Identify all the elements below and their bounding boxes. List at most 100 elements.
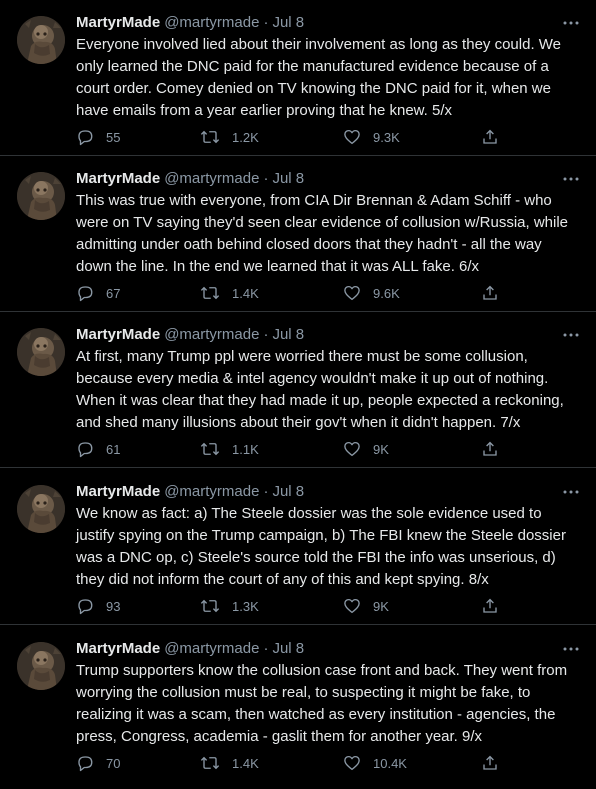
tweet-date[interactable]: Jul 8 — [272, 326, 304, 343]
retweet-button[interactable]: 1.3K — [200, 595, 259, 617]
avatar[interactable] — [17, 485, 65, 533]
share-button[interactable] — [481, 752, 499, 774]
avatar[interactable] — [17, 172, 65, 220]
avatar[interactable] — [17, 328, 65, 376]
reply-count: 67 — [106, 285, 121, 301]
tweet-text: We know as fact: a) The Steele dossier w… — [76, 505, 566, 588]
share-icon — [483, 755, 497, 770]
like-button[interactable]: 10.4K — [343, 752, 407, 774]
tweet-header: MartyrMade @martyrmade · Jul 8 — [76, 169, 304, 189]
author-handle[interactable]: @martyrmade — [164, 326, 259, 343]
tweet-actions: 93 1.3K 9K — [76, 595, 506, 617]
reply-bubble-icon — [78, 756, 93, 772]
retweet-icon — [200, 130, 220, 144]
retweet-count: 1.3K — [232, 598, 259, 614]
share-button[interactable] — [481, 126, 499, 148]
retweet-count: 1.2K — [232, 129, 259, 145]
tweet-text: Everyone involved lied about their invol… — [76, 36, 562, 119]
retweet-icon — [200, 756, 220, 770]
tweet-actions: 70 1.4K 10.4K — [76, 752, 506, 774]
more-dots-icon[interactable] — [562, 640, 580, 658]
like-count: 9K — [373, 598, 389, 614]
separator-dot: · — [263, 483, 269, 500]
reply-bubble-icon — [78, 442, 93, 458]
tweet-actions: 67 1.4K 9.6K — [76, 282, 506, 304]
author-name[interactable]: MartyrMade — [76, 326, 160, 343]
avatar[interactable] — [17, 642, 65, 690]
tweet[interactable]: MartyrMade @martyrmade · Jul 8 At first, ma… — [0, 312, 596, 468]
tweet-actions: 61 1.1K 9K — [76, 438, 506, 460]
share-icon — [483, 285, 497, 300]
tweet-text: Trump supporters know the collusion case… — [76, 662, 568, 745]
retweet-button[interactable]: 1.4K — [200, 282, 259, 304]
more-dots-icon[interactable] — [562, 326, 580, 344]
reply-button[interactable]: 67 — [76, 282, 120, 304]
more-dots-icon[interactable] — [562, 170, 580, 188]
tweet-text: This was true with everyone, from CIA Di… — [76, 192, 569, 275]
reply-bubble-icon — [78, 286, 93, 302]
avatar-bust-icon — [17, 328, 65, 376]
like-count: 9.6K — [373, 285, 400, 301]
tweet-date[interactable]: Jul 8 — [272, 170, 304, 187]
tweet-text: At first, many Trump ppl were worried th… — [76, 348, 564, 431]
author-name[interactable]: MartyrMade — [76, 170, 160, 187]
reply-count: 70 — [106, 755, 121, 771]
author-handle[interactable]: @martyrmade — [164, 640, 259, 657]
avatar-bust-icon — [17, 642, 65, 690]
share-icon — [483, 441, 497, 456]
share-button[interactable] — [481, 282, 499, 304]
reply-button[interactable]: 55 — [76, 126, 120, 148]
retweet-button[interactable]: 1.2K — [200, 126, 259, 148]
tweet[interactable]: MartyrMade @martyrmade · Jul 8 This was tru… — [0, 156, 596, 312]
reply-count: 55 — [106, 129, 121, 145]
separator-dot: · — [263, 640, 269, 657]
retweet-button[interactable]: 1.4K — [200, 752, 259, 774]
more-dots-icon[interactable] — [562, 483, 580, 501]
avatar[interactable] — [17, 16, 65, 64]
share-button[interactable] — [481, 595, 499, 617]
tweet[interactable]: MartyrMade @martyrmade · Jul 8 Everyone inv… — [0, 0, 596, 156]
retweet-button[interactable]: 1.1K — [200, 438, 259, 460]
share-button[interactable] — [481, 438, 499, 460]
separator-dot: · — [263, 326, 269, 343]
tweet-date[interactable]: Jul 8 — [272, 640, 304, 657]
reply-button[interactable]: 70 — [76, 752, 120, 774]
heart-icon — [344, 285, 360, 301]
tweet-date[interactable]: Jul 8 — [272, 14, 304, 31]
reply-count: 93 — [106, 598, 121, 614]
like-button[interactable]: 9K — [343, 438, 389, 460]
share-icon — [483, 598, 497, 613]
like-count: 10.4K — [373, 755, 407, 771]
tweet-header: MartyrMade @martyrmade · Jul 8 — [76, 13, 304, 33]
heart-icon — [344, 129, 360, 145]
heart-icon — [344, 755, 360, 771]
author-name[interactable]: MartyrMade — [76, 14, 160, 31]
avatar-bust-icon — [17, 16, 65, 64]
reply-button[interactable]: 61 — [76, 438, 120, 460]
retweet-icon — [200, 599, 220, 613]
reply-bubble-icon — [78, 130, 93, 146]
avatar-bust-icon — [17, 485, 65, 533]
tweet[interactable]: MartyrMade @martyrmade · Jul 8 We know as f… — [0, 469, 596, 625]
like-button[interactable]: 9K — [343, 595, 389, 617]
author-handle[interactable]: @martyrmade — [164, 14, 259, 31]
author-handle[interactable]: @martyrmade — [164, 483, 259, 500]
retweet-count: 1.4K — [232, 285, 259, 301]
tweet[interactable]: MartyrMade @martyrmade · Jul 8 Trump suppor… — [0, 626, 596, 782]
reply-count: 61 — [106, 441, 121, 457]
more-dots-icon[interactable] — [562, 14, 580, 32]
separator-dot: · — [263, 14, 269, 31]
reply-bubble-icon — [78, 599, 93, 615]
reply-button[interactable]: 93 — [76, 595, 120, 617]
retweet-count: 1.1K — [232, 441, 259, 457]
author-name[interactable]: MartyrMade — [76, 640, 160, 657]
heart-icon — [344, 598, 360, 614]
author-name[interactable]: MartyrMade — [76, 483, 160, 500]
retweet-icon — [200, 442, 220, 456]
author-handle[interactable]: @martyrmade — [164, 170, 259, 187]
tweet-header: MartyrMade @martyrmade · Jul 8 — [76, 482, 304, 502]
like-button[interactable]: 9.6K — [343, 282, 400, 304]
like-button[interactable]: 9.3K — [343, 126, 400, 148]
separator-dot: · — [263, 170, 269, 187]
tweet-date[interactable]: Jul 8 — [272, 483, 304, 500]
